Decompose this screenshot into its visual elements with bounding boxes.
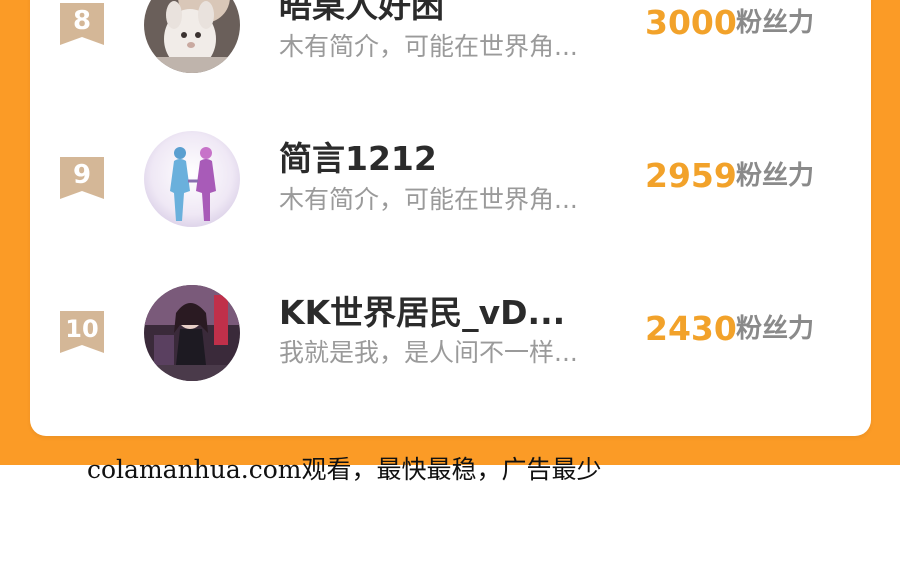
- rank-badge: 9: [60, 157, 104, 199]
- watermark-footer: colamanhua.com观看，最快最稳，广告最少: [87, 455, 602, 484]
- user-bio: 木有简介，可能在世界角...: [279, 32, 578, 61]
- fan-score-unit: 粉丝力: [736, 8, 815, 38]
- anime-girl-avatar[interactable]: [144, 285, 240, 381]
- user-name: KK世界居民_vD...: [279, 293, 566, 332]
- couple-silhouette-avatar[interactable]: [144, 131, 240, 227]
- plush-toy-avatar[interactable]: [144, 0, 240, 73]
- user-bio: 我就是我，是人间不一样...: [279, 338, 578, 367]
- ranking-row[interactable]: 9 简言1212 木有简介，可能在世界角... 2959 粉丝力: [30, 131, 871, 253]
- fan-score: 2959: [645, 156, 737, 195]
- fan-score: 3000: [645, 3, 737, 42]
- fan-score-unit: 粉丝力: [736, 161, 815, 191]
- rank-badge: 10: [60, 311, 104, 353]
- rank-number: 8: [72, 6, 92, 36]
- user-name: 简言1212: [279, 139, 437, 178]
- ranking-row[interactable]: 8 晤桌人好困 木有简介，可能在世界角... 3000 粉丝力: [30, 0, 871, 100]
- fan-score: 2430: [645, 309, 737, 348]
- ranking-card: 8 晤桌人好困 木有简介，可能在世界角... 3000 粉丝力 9 简言1212…: [30, 0, 871, 436]
- fan-score-unit: 粉丝力: [736, 314, 815, 344]
- user-bio: 木有简介，可能在世界角...: [279, 185, 578, 214]
- rank-badge: 8: [60, 3, 104, 45]
- rank-number: 9: [72, 160, 92, 190]
- rank-number: 10: [65, 315, 99, 343]
- user-name: 晤桌人好困: [279, 0, 444, 25]
- ranking-row[interactable]: 10 KK世界居民_vD... 我就是我，是人间不一样... 2430 粉丝力: [30, 285, 871, 406]
